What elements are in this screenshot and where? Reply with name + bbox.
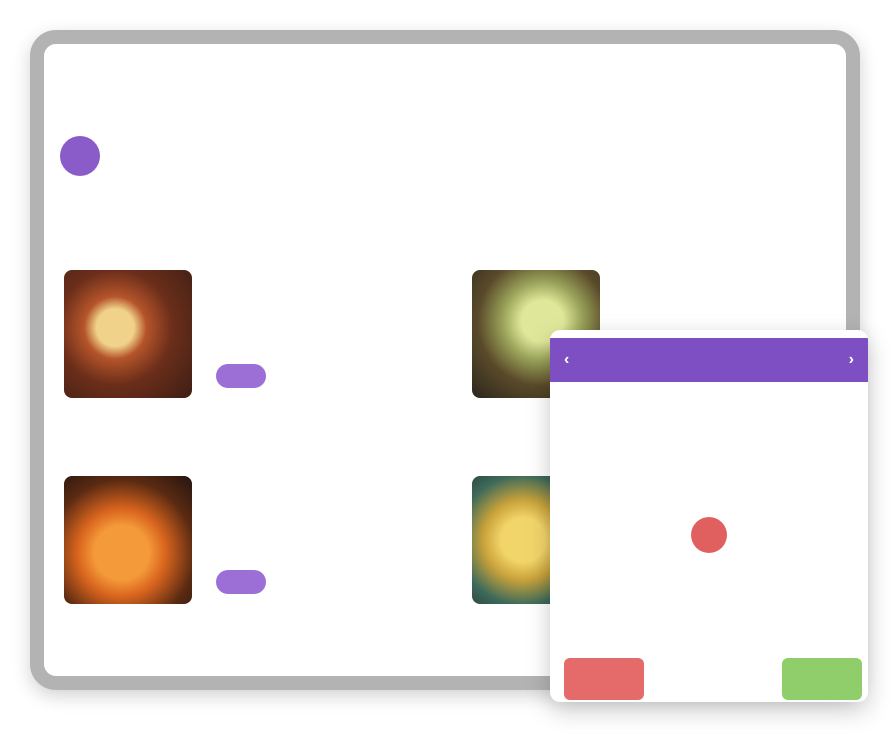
calendar-day[interactable] xyxy=(688,606,731,640)
recipe-image[interactable] xyxy=(64,270,192,398)
calendar-day[interactable] xyxy=(773,562,816,596)
week-selector xyxy=(60,134,110,178)
calendar-day[interactable] xyxy=(773,430,816,464)
calendar-day[interactable] xyxy=(560,430,603,464)
calendar-day[interactable] xyxy=(773,518,816,552)
chevron-right-icon[interactable]: › xyxy=(849,351,854,369)
date-picker-popup: ‹ › xyxy=(550,330,868,702)
calendar-day[interactable] xyxy=(730,474,773,508)
calendar-day[interactable] xyxy=(560,562,603,596)
calendar-day[interactable] xyxy=(815,562,858,596)
calendar-day[interactable] xyxy=(815,474,858,508)
cancel-button[interactable] xyxy=(564,658,644,700)
calendar-day-selected[interactable] xyxy=(688,517,731,553)
calendar-day[interactable] xyxy=(773,606,816,640)
calendar-day[interactable] xyxy=(730,430,773,464)
calendar-day[interactable] xyxy=(688,474,731,508)
calendar-day[interactable] xyxy=(688,430,731,464)
week-badge[interactable] xyxy=(60,136,100,176)
calendar-day[interactable] xyxy=(603,430,646,464)
recipe-card[interactable] xyxy=(64,472,434,612)
confirm-button[interactable] xyxy=(782,658,862,700)
calendar-day[interactable] xyxy=(603,474,646,508)
calendar-day[interactable] xyxy=(645,606,688,640)
recipe-tag[interactable] xyxy=(216,364,266,388)
recipe-image[interactable] xyxy=(64,476,192,604)
date-picker-header: ‹ › xyxy=(550,338,868,382)
calendar-day[interactable] xyxy=(688,562,731,596)
calendar-day[interactable] xyxy=(603,518,646,552)
calendar-day[interactable] xyxy=(730,518,773,552)
calendar-day[interactable] xyxy=(603,606,646,640)
calendar-day[interactable] xyxy=(730,562,773,596)
calendar-day[interactable] xyxy=(560,474,603,508)
top-bar xyxy=(44,44,846,114)
calendar-day[interactable] xyxy=(815,518,858,552)
calendar-day[interactable] xyxy=(560,606,603,640)
calendar-grid xyxy=(560,430,858,640)
chevron-left-icon[interactable]: ‹ xyxy=(564,351,569,369)
calendar-day[interactable] xyxy=(560,518,603,552)
recipe-card[interactable] xyxy=(64,266,434,406)
calendar-day[interactable] xyxy=(645,430,688,464)
calendar-day[interactable] xyxy=(730,606,773,640)
calendar-day-label xyxy=(690,517,727,553)
calendar-day[interactable] xyxy=(645,562,688,596)
calendar-day[interactable] xyxy=(645,474,688,508)
calendar-day[interactable] xyxy=(645,518,688,552)
recipe-tag[interactable] xyxy=(216,570,266,594)
calendar-day[interactable] xyxy=(603,562,646,596)
calendar-day[interactable] xyxy=(773,474,816,508)
calendar-day[interactable] xyxy=(815,430,858,464)
calendar-day[interactable] xyxy=(815,606,858,640)
